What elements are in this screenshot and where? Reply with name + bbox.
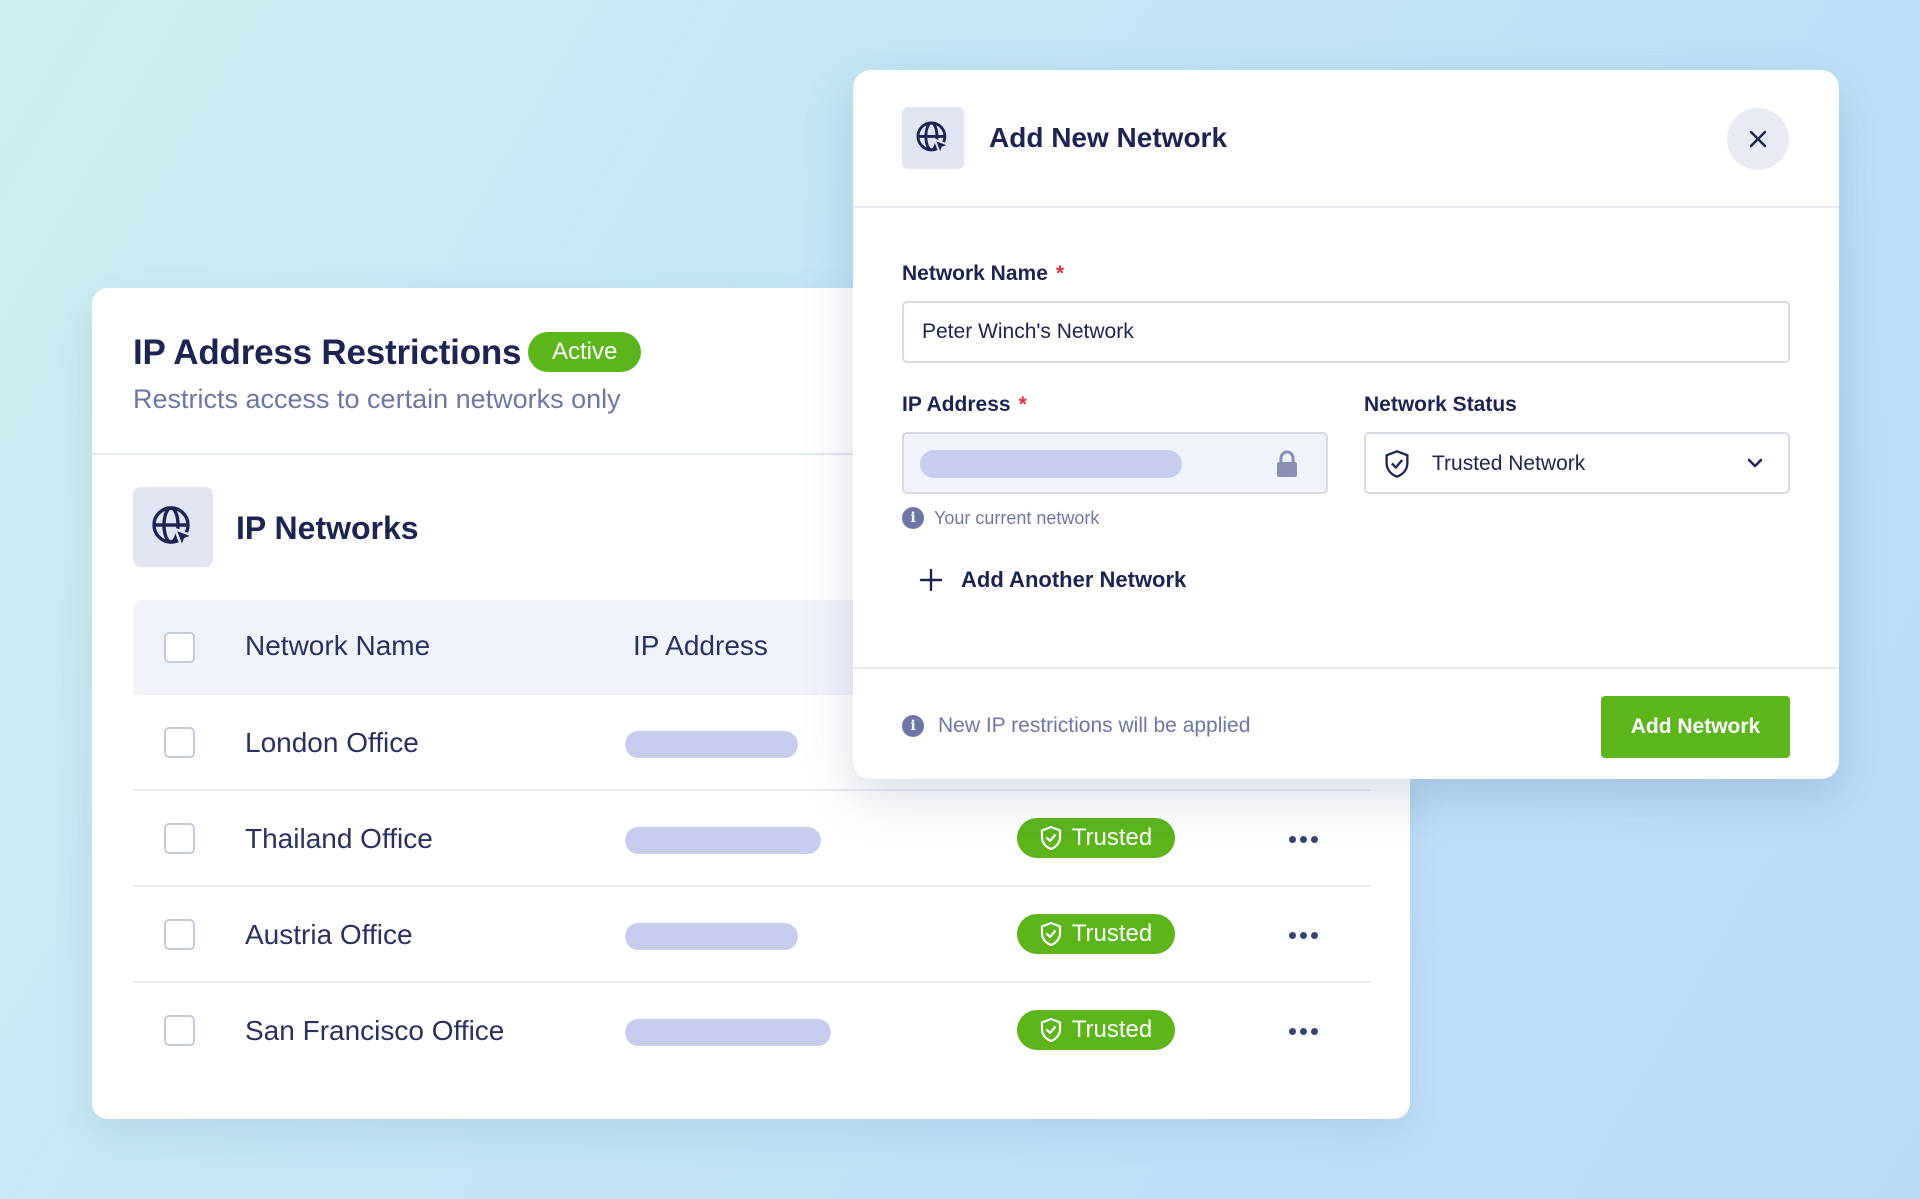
shield-check-icon: [1040, 1017, 1061, 1043]
globe-cursor-icon: [133, 487, 213, 567]
network-name-field[interactable]: [902, 301, 1790, 363]
more-options-icon[interactable]: [1283, 1016, 1323, 1046]
ip-address-label: IP Address *: [902, 393, 1027, 417]
table-row[interactable]: Austria Office Trusted: [133, 887, 1371, 983]
current-network-hint: i Your current network: [902, 507, 1099, 529]
info-icon: i: [902, 715, 924, 737]
ip-address-placeholder: [625, 1019, 831, 1046]
select-value: Trusted Network: [1432, 452, 1586, 475]
status-label: Trusted: [1071, 1016, 1153, 1043]
page-subtitle: Restricts access to certain networks onl…: [133, 384, 621, 414]
label-text: Network Name: [902, 262, 1048, 285]
required-mark: *: [1055, 262, 1065, 285]
hint-text: Your current network: [934, 507, 1100, 528]
modal-header: Add New Network: [853, 70, 1839, 208]
close-icon[interactable]: [1749, 130, 1767, 148]
footer-note: i New IP restrictions will be applied: [902, 714, 1250, 738]
label-text: IP Address: [902, 393, 1011, 416]
page-title: IP Address Restrictions: [133, 333, 522, 372]
modal-footer: i New IP restrictions will be applied Ad…: [853, 667, 1839, 779]
add-network-button[interactable]: Add Network: [1601, 696, 1790, 758]
ip-address-placeholder: [625, 731, 798, 758]
trusted-badge: Trusted: [1017, 818, 1175, 858]
shield-check-icon: [1385, 450, 1409, 478]
status-label: Trusted: [1071, 920, 1153, 947]
lock-icon: [1277, 450, 1297, 477]
row-checkbox[interactable]: [164, 1015, 195, 1046]
column-header-network-name[interactable]: Network Name: [245, 630, 430, 662]
status-badge: Active: [528, 332, 642, 372]
add-another-label: Add Another Network: [961, 567, 1187, 592]
section-title: IP Networks: [236, 510, 419, 546]
ip-address-placeholder: [625, 827, 821, 854]
network-status-select[interactable]: Trusted Network: [1364, 432, 1790, 494]
ip-address-field: [902, 432, 1328, 494]
ip-address-placeholder: [920, 450, 1182, 478]
column-header-ip-address[interactable]: IP Address: [633, 630, 768, 662]
trusted-badge: Trusted: [1017, 914, 1175, 954]
chevron-down-icon[interactable]: [1746, 454, 1764, 472]
network-status-label: Network Status: [1364, 393, 1517, 416]
shield-check-icon: [1040, 921, 1061, 947]
plus-icon: [919, 568, 943, 592]
close-button[interactable]: [1727, 108, 1789, 170]
table-row[interactable]: San Francisco Office Trusted: [133, 983, 1371, 1079]
globe-cursor-icon: [902, 107, 964, 169]
add-another-network-button[interactable]: Add Another Network: [919, 567, 1186, 593]
row-checkbox[interactable]: [164, 919, 195, 950]
modal-title: Add New Network: [989, 122, 1228, 153]
select-all-checkbox[interactable]: [164, 632, 195, 663]
add-network-modal: Add New Network Network Name * IP Address…: [853, 70, 1839, 779]
network-name-cell: London Office: [245, 727, 419, 758]
required-mark: *: [1018, 393, 1027, 416]
row-checkbox[interactable]: [164, 823, 195, 854]
trusted-badge: Trusted: [1017, 1010, 1175, 1050]
ip-address-placeholder: [625, 923, 798, 950]
shield-check-icon: [1040, 825, 1061, 851]
table-row[interactable]: Thailand Office Trusted: [133, 791, 1371, 887]
network-name-cell: Thailand Office: [245, 823, 433, 854]
network-name-cell: San Francisco Office: [245, 1015, 505, 1046]
network-name-cell: Austria Office: [245, 919, 413, 950]
more-options-icon[interactable]: [1283, 920, 1323, 950]
footer-note-text: New IP restrictions will be applied: [938, 714, 1251, 737]
status-label: Trusted: [1071, 824, 1153, 851]
row-checkbox[interactable]: [164, 727, 195, 758]
more-options-icon[interactable]: [1283, 824, 1323, 854]
network-name-label: Network Name *: [902, 262, 1064, 286]
info-icon: i: [902, 507, 924, 529]
